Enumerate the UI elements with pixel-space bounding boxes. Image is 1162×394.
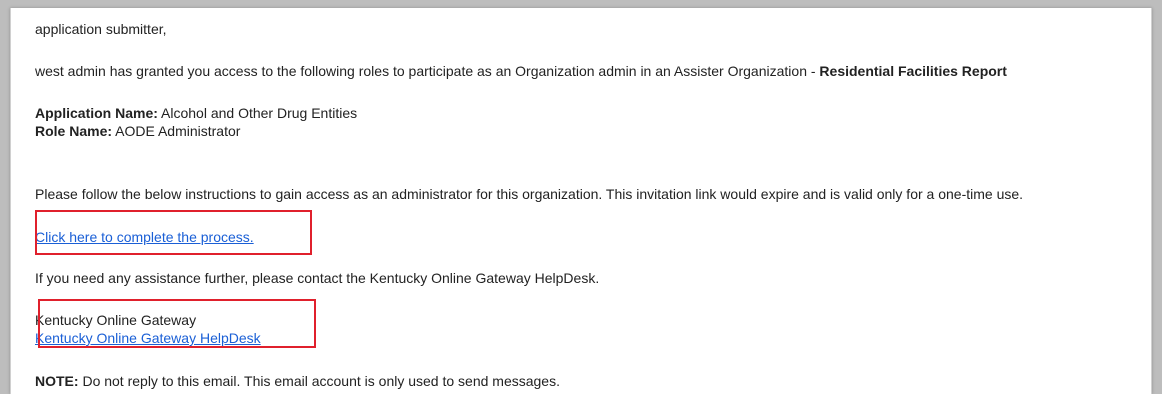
greeting: application submitter, <box>35 21 167 37</box>
helpdesk-link[interactable]: Kentucky Online Gateway HelpDesk <box>35 330 261 346</box>
complete-link-row: Click here to complete the process. <box>35 228 254 246</box>
application-name-row: Application Name: Alcohol and Other Drug… <box>35 104 357 122</box>
intro-org-name: Residential Facilities Report <box>819 63 1007 79</box>
intro-text: west admin has granted you access to the… <box>35 63 820 79</box>
helpdesk-link-row: Kentucky Online Gateway HelpDesk <box>35 329 261 347</box>
application-name-value: Alcohol and Other Drug Entities <box>157 105 358 121</box>
note-text: Do not reply to this email. This email a… <box>78 373 560 389</box>
role-name-value: AODE Administrator <box>112 123 241 139</box>
assistance-text: If you need any assistance further, plea… <box>35 270 600 286</box>
instructions-text: Please follow the below instructions to … <box>35 186 1024 202</box>
role-name-row: Role Name: AODE Administrator <box>35 122 240 140</box>
complete-process-link[interactable]: Click here to complete the process. <box>35 229 254 245</box>
application-name-label: Application Name: <box>35 105 158 121</box>
note-label: NOTE: <box>35 373 79 389</box>
intro-paragraph: west admin has granted you access to the… <box>35 62 1007 80</box>
role-name-label: Role Name: <box>35 123 113 139</box>
note-row: NOTE: Do not reply to this email. This e… <box>35 372 560 390</box>
signature-name: Kentucky Online Gateway <box>35 312 197 328</box>
email-frame: application submitter, west admin has gr… <box>10 8 1152 394</box>
